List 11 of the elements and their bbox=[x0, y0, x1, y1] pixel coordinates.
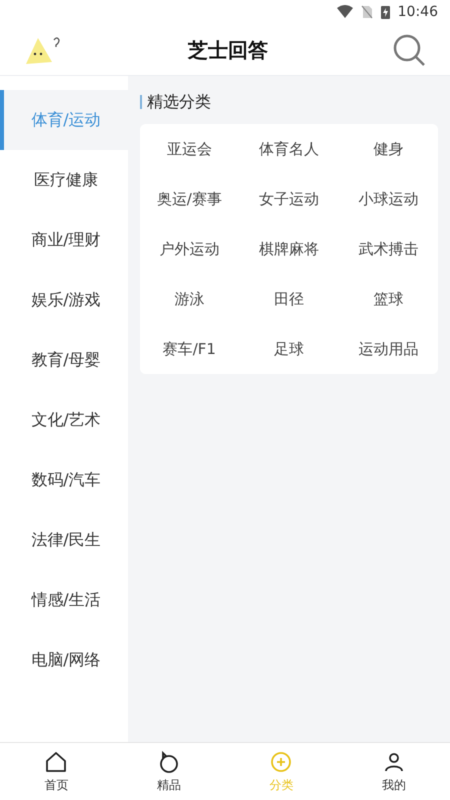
wifi-icon bbox=[336, 5, 353, 19]
no-sim-icon bbox=[360, 5, 373, 19]
nav-tab[interactable]: 我的 bbox=[338, 743, 450, 800]
nav-tab[interactable]: 首页 bbox=[0, 743, 112, 800]
battery-icon bbox=[380, 5, 390, 19]
section-title: 精选分类 bbox=[147, 91, 211, 113]
home-icon bbox=[44, 750, 68, 774]
status-time: 10:46 bbox=[398, 2, 438, 22]
nav-tab[interactable]: 精品 bbox=[112, 743, 225, 800]
app-title: 芝士回答 bbox=[188, 36, 268, 64]
search-icon[interactable] bbox=[392, 32, 426, 66]
